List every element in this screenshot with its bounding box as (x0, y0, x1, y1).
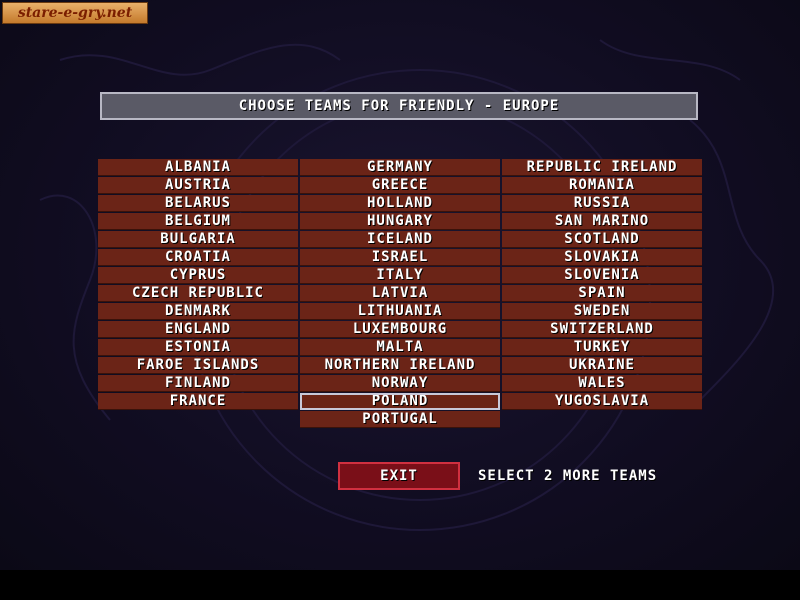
team-spain[interactable]: SPAIN (502, 285, 702, 302)
team-turkey[interactable]: TURKEY (502, 339, 702, 356)
team-italy[interactable]: ITALY (300, 267, 500, 284)
team-croatia[interactable]: CROATIA (98, 249, 298, 266)
team-switzerland[interactable]: SWITZERLAND (502, 321, 702, 338)
team-northern-ireland[interactable]: NORTHERN IRELAND (300, 357, 500, 374)
watermark-logo: stare-e-gry.net (2, 2, 148, 24)
team-slovakia[interactable]: SLOVAKIA (502, 249, 702, 266)
team-holland[interactable]: HOLLAND (300, 195, 500, 212)
team-albania[interactable]: ALBANIA (98, 159, 298, 176)
team-russia[interactable]: RUSSIA (502, 195, 702, 212)
team-cyprus[interactable]: CYPRUS (98, 267, 298, 284)
team-greece[interactable]: GREECE (300, 177, 500, 194)
page-title: CHOOSE TEAMS FOR FRIENDLY - EUROPE (100, 92, 698, 120)
team-belarus[interactable]: BELARUS (98, 195, 298, 212)
team-republic-ireland[interactable]: REPUBLIC IRELAND (502, 159, 702, 176)
team-israel[interactable]: ISRAEL (300, 249, 500, 266)
team-norway[interactable]: NORWAY (300, 375, 500, 392)
team-malta[interactable]: MALTA (300, 339, 500, 356)
team-denmark[interactable]: DENMARK (98, 303, 298, 320)
bottom-bar (0, 570, 800, 600)
background-scene: stare-e-gry.net CHOOSE TEAMS FOR FRIENDL… (0, 0, 800, 570)
team-hungary[interactable]: HUNGARY (300, 213, 500, 230)
team-scotland[interactable]: SCOTLAND (502, 231, 702, 248)
team-iceland[interactable]: ICELAND (300, 231, 500, 248)
team-belgium[interactable]: BELGIUM (98, 213, 298, 230)
team-england[interactable]: ENGLAND (98, 321, 298, 338)
team-estonia[interactable]: ESTONIA (98, 339, 298, 356)
exit-button[interactable]: EXIT (338, 462, 460, 490)
team-portugal[interactable]: PORTUGAL (300, 411, 500, 428)
team-germany[interactable]: GERMANY (300, 159, 500, 176)
team-ukraine[interactable]: UKRAINE (502, 357, 702, 374)
team-austria[interactable]: AUSTRIA (98, 177, 298, 194)
team-czech-republic[interactable]: CZECH REPUBLIC (98, 285, 298, 302)
team-latvia[interactable]: LATVIA (300, 285, 500, 302)
team-finland[interactable]: FINLAND (98, 375, 298, 392)
team-france[interactable]: FRANCE (98, 393, 298, 410)
team-romania[interactable]: ROMANIA (502, 177, 702, 194)
status-text: SELECT 2 MORE TEAMS (478, 468, 658, 484)
team-poland[interactable]: POLAND (300, 393, 500, 410)
team-san-marino[interactable]: SAN MARINO (502, 213, 702, 230)
team-wales[interactable]: WALES (502, 375, 702, 392)
team-sweden[interactable]: SWEDEN (502, 303, 702, 320)
team-lithuania[interactable]: LITHUANIA (300, 303, 500, 320)
team-bulgaria[interactable]: BULGARIA (98, 231, 298, 248)
team-faroe-islands[interactable]: FAROE ISLANDS (98, 357, 298, 374)
team-slovenia[interactable]: SLOVENIA (502, 267, 702, 284)
team-luxembourg[interactable]: LUXEMBOURG (300, 321, 500, 338)
team-yugoslavia[interactable]: YUGOSLAVIA (502, 393, 702, 410)
